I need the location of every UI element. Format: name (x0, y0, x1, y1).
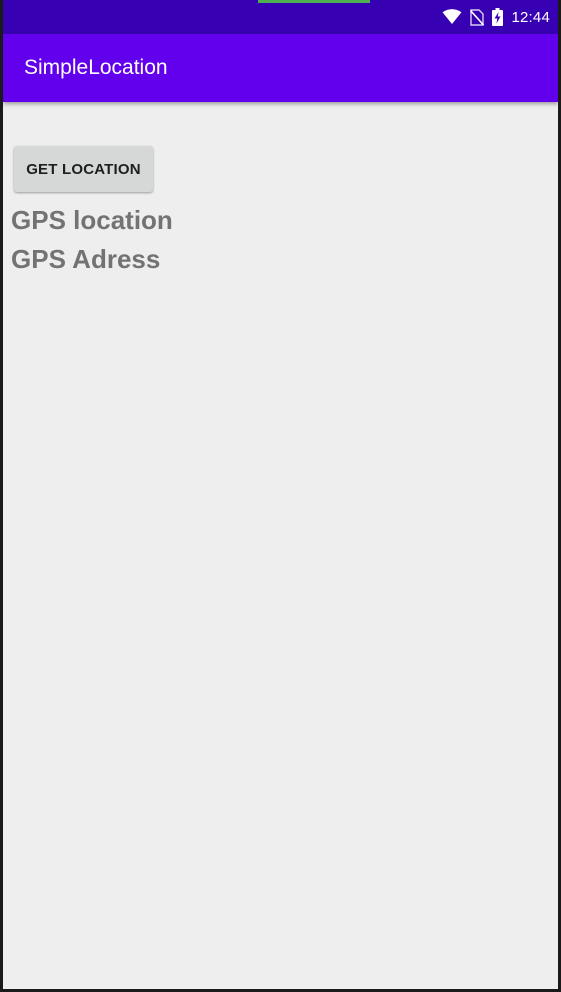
battery-charging-icon (492, 8, 504, 26)
status-accent-line (258, 0, 370, 3)
status-time: 12:44 (511, 8, 550, 26)
app-title: SimpleLocation (24, 56, 168, 79)
device-screen: 12:44 SimpleLocation GET LOCATION GPS lo… (0, 0, 561, 992)
app-bar: SimpleLocation (3, 34, 558, 102)
status-bar: 12:44 (3, 0, 558, 34)
get-location-button[interactable]: GET LOCATION (14, 146, 153, 192)
gps-address-text: GPS Adress (11, 244, 161, 274)
no-sim-icon (470, 8, 485, 26)
main-content: GET LOCATION GPS location GPS Adress (3, 102, 558, 989)
gps-location-text: GPS location (11, 205, 173, 235)
status-icons: 12:44 (442, 0, 550, 34)
wifi-icon (442, 9, 462, 25)
